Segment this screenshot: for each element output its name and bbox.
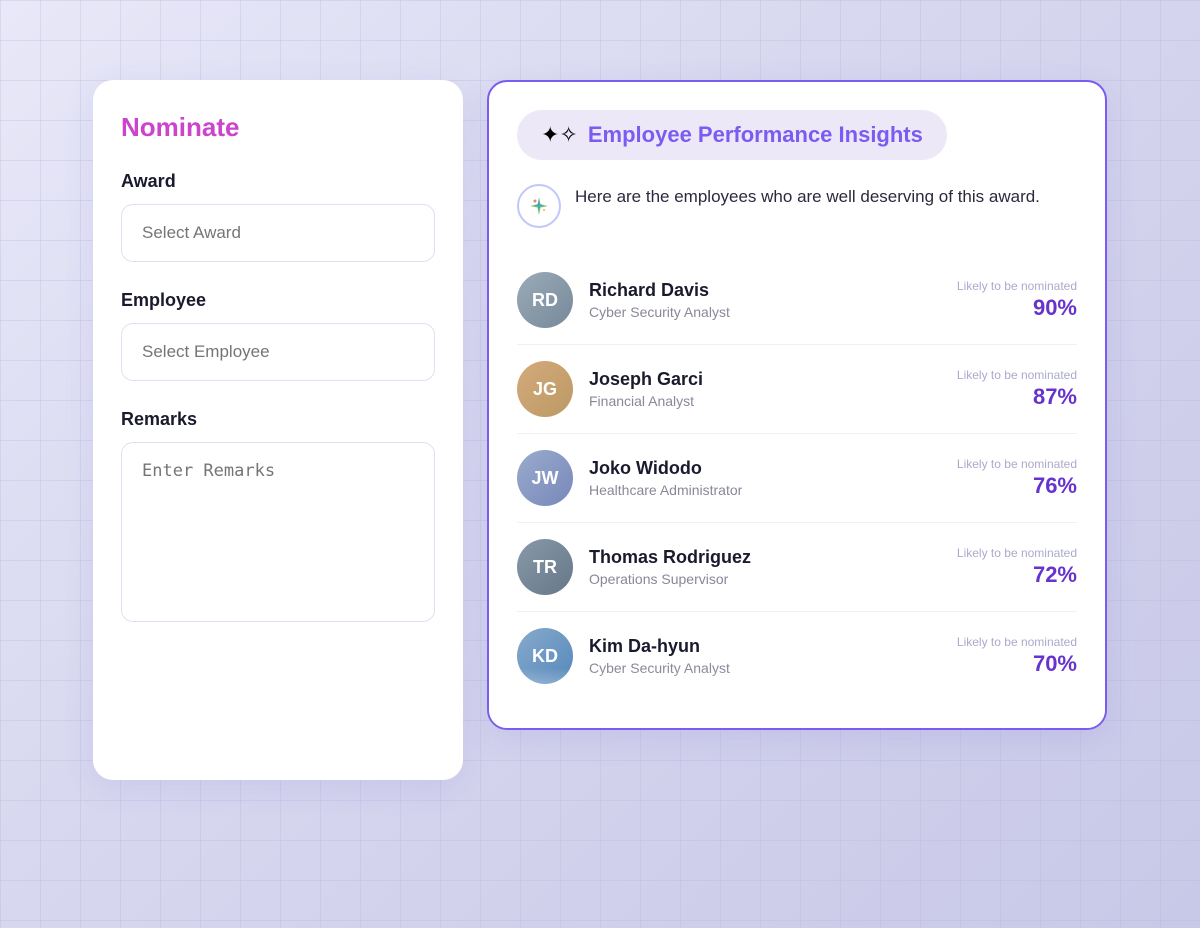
nomination-score: Likely to be nominated 72% — [957, 546, 1077, 588]
employee-name: Joko Widodo — [589, 458, 941, 479]
employee-avatar: JG — [517, 361, 573, 417]
employee-info: Kim Da-hyun Cyber Security Analyst — [589, 636, 941, 676]
score-label: Likely to be nominated — [957, 635, 1077, 649]
score-label: Likely to be nominated — [957, 457, 1077, 471]
main-container: Nominate Award Employee Remarks ✦✧ Emplo… — [0, 0, 1200, 928]
score-value: 70% — [957, 651, 1077, 677]
score-value: 87% — [957, 384, 1077, 410]
insights-header-pill: ✦✧ Employee Performance Insights — [517, 110, 947, 160]
award-input[interactable] — [121, 204, 435, 262]
employee-role: Healthcare Administrator — [589, 482, 941, 498]
employee-avatar: KD — [517, 628, 573, 684]
score-label: Likely to be nominated — [957, 546, 1077, 560]
employee-info: Thomas Rodriguez Operations Supervisor — [589, 547, 941, 587]
score-label: Likely to be nominated — [957, 368, 1077, 382]
nomination-score: Likely to be nominated 70% — [957, 635, 1077, 677]
score-value: 72% — [957, 562, 1077, 588]
score-label: Likely to be nominated — [957, 279, 1077, 293]
employee-name: Joseph Garci — [589, 369, 941, 390]
employee-avatar: TR — [517, 539, 573, 595]
employee-info: Joseph Garci Financial Analyst — [589, 369, 941, 409]
insights-title: Employee Performance Insights — [588, 122, 923, 148]
insights-card: ✦✧ Employee Performance Insights Here ar… — [487, 80, 1107, 730]
employee-list: RD Richard Davis Cyber Security Analyst … — [517, 256, 1077, 700]
employee-avatar: JW — [517, 450, 573, 506]
nominate-card: Nominate Award Employee Remarks — [93, 80, 463, 780]
employee-role: Cyber Security Analyst — [589, 660, 941, 676]
remarks-textarea[interactable] — [121, 442, 435, 622]
employee-role: Cyber Security Analyst — [589, 304, 941, 320]
employee-role: Operations Supervisor — [589, 571, 941, 587]
employee-row: JW Joko Widodo Healthcare Administrator … — [517, 434, 1077, 523]
employee-name: Kim Da-hyun — [589, 636, 941, 657]
employee-info: Joko Widodo Healthcare Administrator — [589, 458, 941, 498]
employee-row: RD Richard Davis Cyber Security Analyst … — [517, 256, 1077, 345]
employee-name: Thomas Rodriguez — [589, 547, 941, 568]
employee-role: Financial Analyst — [589, 393, 941, 409]
nomination-score: Likely to be nominated 76% — [957, 457, 1077, 499]
nomination-score: Likely to be nominated 90% — [957, 279, 1077, 321]
employee-row: TR Thomas Rodriguez Operations Superviso… — [517, 523, 1077, 612]
employee-input[interactable] — [121, 323, 435, 381]
employee-avatar: RD — [517, 272, 573, 328]
nomination-score: Likely to be nominated 87% — [957, 368, 1077, 410]
sparkle-circle-icon — [517, 184, 561, 228]
sparkle-main-icon: ✦✧ — [541, 122, 578, 148]
score-value: 90% — [957, 295, 1077, 321]
employee-info: Richard Davis Cyber Security Analyst — [589, 280, 941, 320]
employee-label: Employee — [121, 290, 435, 311]
employee-name: Richard Davis — [589, 280, 941, 301]
award-label: Award — [121, 171, 435, 192]
score-value: 76% — [957, 473, 1077, 499]
employee-row: KD Kim Da-hyun Cyber Security Analyst Li… — [517, 612, 1077, 700]
description-row: Here are the employees who are well dese… — [517, 184, 1077, 228]
description-text: Here are the employees who are well dese… — [575, 184, 1040, 210]
nominate-title: Nominate — [121, 112, 435, 143]
employee-row: JG Joseph Garci Financial Analyst Likely… — [517, 345, 1077, 434]
remarks-label: Remarks — [121, 409, 435, 430]
